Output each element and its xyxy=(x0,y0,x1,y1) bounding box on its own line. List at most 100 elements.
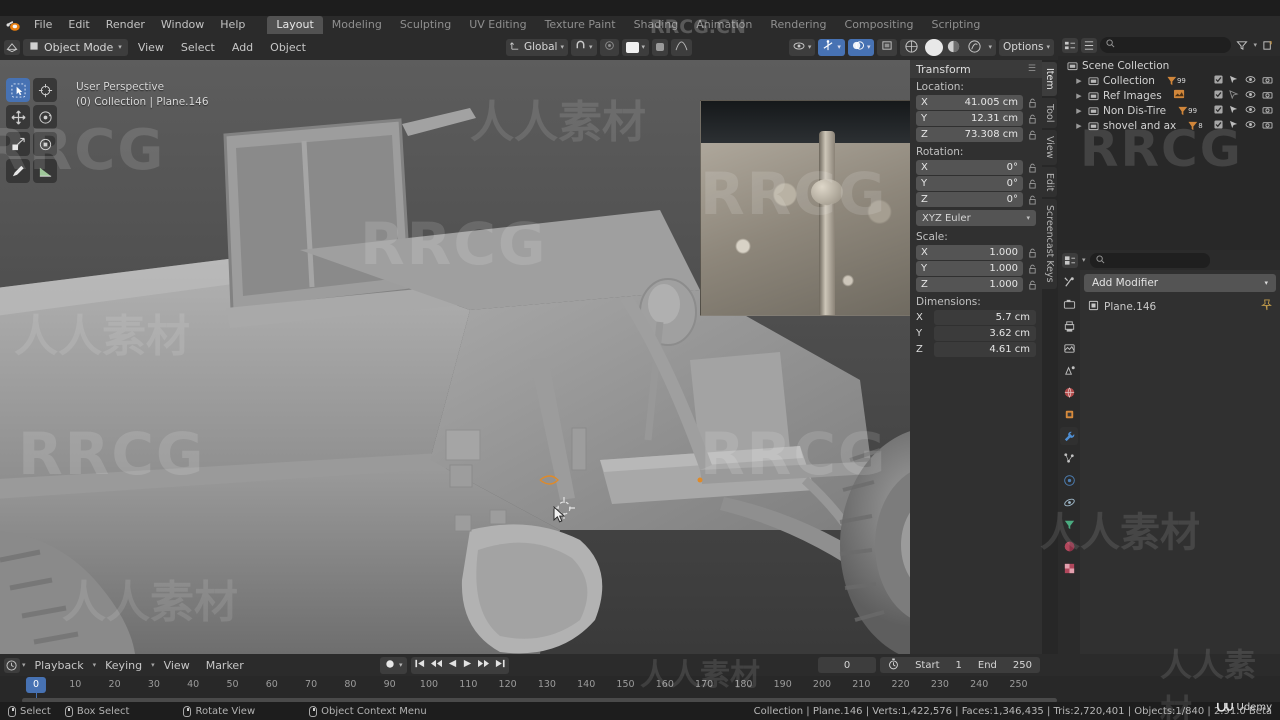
checkbox-icon[interactable] xyxy=(1214,89,1223,102)
dimension-x-value[interactable]: 5.7 cm xyxy=(934,310,1036,325)
viewport-menu-object[interactable]: Object xyxy=(263,39,313,56)
sidebar-tab-item[interactable]: Item xyxy=(1042,62,1057,96)
world-tab[interactable] xyxy=(1060,383,1078,401)
falloff-curve-toggle[interactable] xyxy=(671,38,693,56)
annotate-tool[interactable] xyxy=(6,159,30,183)
wireframe-shading-icon[interactable] xyxy=(904,39,922,56)
rotation-z-field[interactable]: Z 0° xyxy=(916,192,1023,207)
timeline-menu-keying[interactable]: Keying xyxy=(98,659,149,672)
jump-to-prev-keyframe-icon[interactable] xyxy=(430,658,443,672)
lock-scale-z-icon[interactable] xyxy=(1026,278,1038,291)
timeline-ruler[interactable]: 0 10 20 30 40 50 60 70 80 90 100 110 120 130 140 150 160… xyxy=(0,676,1280,702)
dimension-z-value[interactable]: 4.61 cm xyxy=(934,342,1036,357)
menu-window[interactable]: Window xyxy=(153,16,212,34)
xray-toggle[interactable] xyxy=(877,38,898,56)
outliner-tree[interactable]: Scene Collection ▶ Collection 99 ▶ Ref I… xyxy=(1058,56,1280,250)
material-shading-icon[interactable] xyxy=(946,39,964,56)
snap-target-toggle[interactable] xyxy=(652,38,669,56)
expand-arrow-icon[interactable]: ▶ xyxy=(1074,107,1084,115)
lock-location-x-icon[interactable] xyxy=(1026,96,1038,109)
transform-panel-header[interactable]: Transform ☰ xyxy=(910,60,1042,78)
outliner-row-collection[interactable]: ▶ Collection 99 xyxy=(1058,73,1280,88)
scale-z-field[interactable]: Z 1.000 xyxy=(916,277,1023,292)
menu-help[interactable]: Help xyxy=(212,16,253,34)
dimension-y-row[interactable]: Y 3.62 cm xyxy=(910,326,1042,342)
object-tab[interactable] xyxy=(1060,405,1078,423)
overlays-toggle[interactable]: ▾ xyxy=(847,38,875,56)
location-z-field[interactable]: Z 73.308 cm xyxy=(916,127,1023,142)
workspace-tab-sculpting[interactable]: Sculpting xyxy=(391,16,460,34)
scale-x-field[interactable]: X 1.000 xyxy=(916,245,1023,260)
sidebar-tab-tool[interactable]: Tool xyxy=(1042,97,1057,129)
jump-to-end-icon[interactable] xyxy=(494,658,506,672)
rotation-z-row[interactable]: Z 0° xyxy=(910,192,1042,208)
view-layer-tab[interactable] xyxy=(1060,339,1078,357)
tool-tab[interactable] xyxy=(1060,273,1078,291)
cursor-tool[interactable] xyxy=(33,78,57,102)
camera-icon[interactable] xyxy=(1262,90,1273,102)
menu-file[interactable]: File xyxy=(26,16,60,34)
rendered-shading-icon[interactable] xyxy=(967,39,985,56)
data-tab[interactable] xyxy=(1060,515,1078,533)
scene-tab[interactable] xyxy=(1060,361,1078,379)
menu-render[interactable]: Render xyxy=(98,16,153,34)
outliner-row-ref-images[interactable]: ▶ Ref Images xyxy=(1058,88,1280,103)
dimension-x-row[interactable]: X 5.7 cm xyxy=(910,310,1042,326)
end-frame-value[interactable]: 250 xyxy=(1013,660,1032,671)
outliner-editor-type-button[interactable] xyxy=(1062,37,1078,53)
properties-editor-type-button[interactable] xyxy=(1062,252,1078,268)
lock-scale-y-icon[interactable] xyxy=(1026,262,1038,275)
jump-to-start-icon[interactable] xyxy=(414,658,426,672)
lock-scale-x-icon[interactable] xyxy=(1026,246,1038,259)
dimension-z-row[interactable]: Z 4.61 cm xyxy=(910,342,1042,358)
checkbox-icon[interactable] xyxy=(1214,74,1223,87)
location-y-field[interactable]: Y 12.31 cm xyxy=(916,111,1023,126)
render-tab[interactable] xyxy=(1060,295,1078,313)
pin-icon[interactable] xyxy=(1260,299,1272,314)
editor-type-button[interactable] xyxy=(4,39,20,55)
timeline-menu-view[interactable]: View xyxy=(157,659,197,672)
interaction-mode-dropdown[interactable]: Object Mode ▾ xyxy=(23,38,128,56)
texture-tab[interactable] xyxy=(1060,559,1078,577)
timeline-editor-type-button[interactable] xyxy=(4,657,20,673)
workspace-tab-shading[interactable]: Shading xyxy=(625,16,688,34)
selectable-arrow-icon[interactable] xyxy=(1229,120,1239,132)
expand-arrow-icon[interactable]: ▶ xyxy=(1074,122,1084,130)
gizmo-toggle[interactable]: ▾ xyxy=(818,38,845,56)
particles-tab[interactable] xyxy=(1060,449,1078,467)
frame-range-fields[interactable]: Start 1 End 250 xyxy=(880,657,1040,673)
outliner-filter-button[interactable] xyxy=(1234,38,1250,53)
reference-photo-overlay[interactable] xyxy=(700,100,912,316)
start-frame-value[interactable]: 1 xyxy=(956,660,962,671)
proportional-editing[interactable] xyxy=(599,38,619,56)
scale-x-row[interactable]: X 1.000 xyxy=(910,245,1042,261)
workspace-tab-scripting[interactable]: Scripting xyxy=(922,16,989,34)
sidebar-tab-screencast-keys[interactable]: Screencast Keys xyxy=(1042,199,1057,289)
transform-orientation-dropdown[interactable]: Global ▾ xyxy=(505,38,568,56)
scale-y-field[interactable]: Y 1.000 xyxy=(916,261,1023,276)
workspace-tab-compositing[interactable]: Compositing xyxy=(836,16,923,34)
workspace-tab-layout[interactable]: Layout xyxy=(267,16,323,34)
lock-rotation-z-icon[interactable] xyxy=(1026,193,1038,206)
rotation-x-row[interactable]: X 0° xyxy=(910,160,1042,176)
checkbox-icon[interactable] xyxy=(1214,119,1223,132)
workspace-tab-texture-paint[interactable]: Texture Paint xyxy=(536,16,625,34)
location-z-row[interactable]: Z 73.308 cm xyxy=(910,127,1042,143)
play-icon[interactable] xyxy=(462,658,473,672)
viewport-options-dropdown[interactable]: Options ▾ xyxy=(998,38,1054,56)
output-tab[interactable] xyxy=(1060,317,1078,335)
rotation-mode-dropdown[interactable]: XYZ Euler ▾ xyxy=(916,210,1036,226)
outliner-row-shovel-and-ax[interactable]: ▶ shovel and ax 8 xyxy=(1058,118,1280,133)
move-tool[interactable] xyxy=(6,105,30,129)
outliner-display-mode-dropdown[interactable] xyxy=(1081,37,1097,53)
outliner-new-collection-button[interactable]: 9 xyxy=(1260,38,1276,53)
camera-icon[interactable] xyxy=(1262,105,1273,117)
material-tab[interactable] xyxy=(1060,537,1078,555)
blender-logo-icon[interactable] xyxy=(0,16,26,34)
auto-keyframe-toggle[interactable]: ▾ xyxy=(380,656,407,674)
scale-z-row[interactable]: Z 1.000 xyxy=(910,277,1042,293)
location-x-field[interactable]: X 41.005 cm xyxy=(916,95,1023,110)
scale-tool[interactable] xyxy=(6,132,30,156)
selectable-arrow-icon[interactable] xyxy=(1229,75,1239,87)
tweak-select-tool[interactable] xyxy=(6,78,30,102)
